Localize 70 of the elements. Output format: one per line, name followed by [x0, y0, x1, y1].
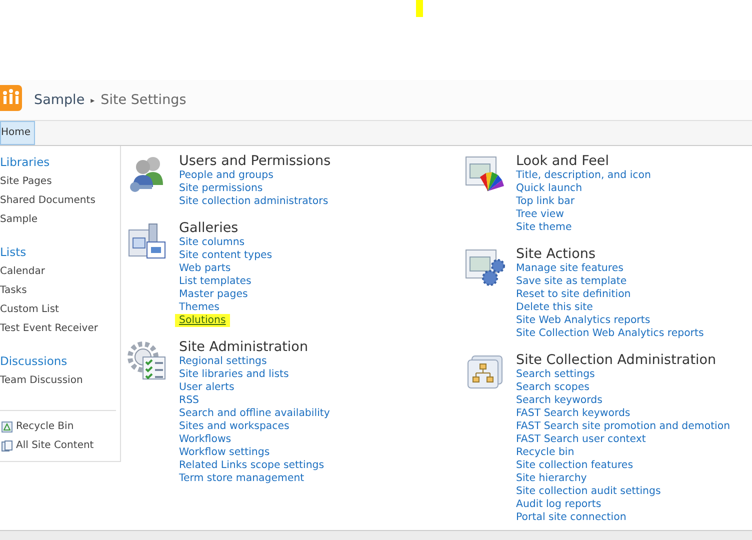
settings-link[interactable]: Site libraries and lists	[179, 368, 289, 381]
settings-link[interactable]: Search scopes	[516, 381, 590, 394]
settings-link[interactable]: Themes	[179, 301, 220, 314]
settings-link[interactable]: Regional settings	[179, 355, 267, 368]
settings-link[interactable]: FAST Search user context	[516, 433, 646, 446]
breadcrumb-separator: ▸	[90, 96, 95, 104]
settings-link[interactable]: List templates	[179, 275, 252, 288]
settings-link[interactable]: Sites and workspaces	[179, 420, 290, 433]
sidebar-heading[interactable]: Libraries	[0, 153, 120, 172]
section-heading: Site Actions	[516, 246, 597, 262]
sidebar-item[interactable]: All Site Content	[16, 436, 94, 455]
section-heading: Galleries	[179, 220, 240, 236]
settings-link[interactable]: Related Links scope settings	[179, 459, 324, 472]
window-gears-icon	[464, 248, 506, 288]
sidebar-item[interactable]: Custom List	[0, 300, 120, 319]
settings-link[interactable]: Site content types	[179, 249, 272, 262]
section-heading: Site Administration	[179, 339, 309, 355]
settings-link[interactable]: Quick launch	[516, 182, 582, 195]
settings-link[interactable]: Site hierarchy	[516, 472, 587, 485]
section-heading: Site Collection Administration	[516, 352, 718, 368]
sidebar-item[interactable]: Recycle Bin	[16, 417, 74, 436]
settings-link[interactable]: User alerts	[179, 381, 234, 394]
settings-link[interactable]: RSS	[179, 394, 200, 407]
settings-link[interactable]: Delete this site	[516, 301, 593, 314]
settings-link[interactable]: Tree view	[516, 208, 564, 221]
sidebar-heading[interactable]: Discussions	[0, 352, 120, 371]
sidebar-item[interactable]: Test Event Receiver	[0, 319, 120, 338]
breadcrumb-link[interactable]: Sample	[34, 92, 85, 108]
recycle-bin-icon	[1, 420, 13, 432]
sidebar-item[interactable]: Sample	[0, 210, 120, 229]
settings-link[interactable]: Top link bar	[516, 195, 575, 208]
settings-link[interactable]: Workflow settings	[179, 446, 270, 459]
settings-link[interactable]: Site collection administrators	[179, 195, 328, 208]
settings-link[interactable]: Site columns	[179, 236, 245, 249]
settings-link[interactable]: People and groups	[179, 169, 274, 182]
settings-link[interactable]: FAST Search site promotion and demotion	[516, 420, 730, 433]
settings-link[interactable]: Site theme	[516, 221, 572, 234]
settings-link[interactable]: FAST Search keywords	[516, 407, 630, 420]
settings-link[interactable]: Save site as template	[516, 275, 627, 288]
section-heading: Look and Feel	[516, 153, 610, 169]
section-heading: Users and Permissions	[179, 153, 331, 169]
settings-link[interactable]: Search keywords	[516, 394, 602, 407]
sidebar-item[interactable]: Site Pages	[0, 172, 120, 191]
settings-link[interactable]: Site collection audit settings	[516, 485, 661, 498]
nav-tab[interactable]: Home	[0, 121, 35, 145]
settings-link[interactable]: Search and offline availability	[179, 407, 330, 420]
page-title: Site Settings	[100, 92, 186, 108]
sidebar-item[interactable]: Shared Documents	[0, 191, 120, 210]
settings-link[interactable]: Search settings	[516, 368, 595, 381]
settings-link[interactable]: Site permissions	[179, 182, 263, 195]
settings-link[interactable]: Term store management	[179, 472, 304, 485]
settings-link[interactable]: Site Collection Web Analytics reports	[516, 327, 704, 340]
settings-link[interactable]: Solutions	[175, 314, 230, 327]
settings-link[interactable]: Manage site features	[516, 262, 624, 275]
settings-link[interactable]: Recycle bin	[516, 446, 574, 459]
settings-link[interactable]: Site Web Analytics reports	[516, 314, 650, 327]
highlight-mark	[416, 0, 423, 17]
settings-link[interactable]: Master pages	[179, 288, 248, 301]
sidebar-item[interactable]: Tasks	[0, 281, 120, 300]
gear-checklist-icon	[127, 341, 167, 381]
sidebar-item[interactable]: Calendar	[0, 262, 120, 281]
settings-link[interactable]: Audit log reports	[516, 498, 602, 511]
sidebar-item[interactable]: Team Discussion	[0, 371, 120, 390]
settings-link[interactable]: Reset to site definition	[516, 288, 631, 301]
sidebar-heading[interactable]: Lists	[0, 243, 120, 262]
settings-link[interactable]: Portal site connection	[516, 511, 626, 524]
settings-link[interactable]: Site collection features	[516, 459, 634, 472]
settings-link[interactable]: Web parts	[179, 262, 231, 275]
settings-link[interactable]: Workflows	[179, 433, 232, 446]
settings-link[interactable]: Title, description, and icon	[516, 169, 651, 182]
